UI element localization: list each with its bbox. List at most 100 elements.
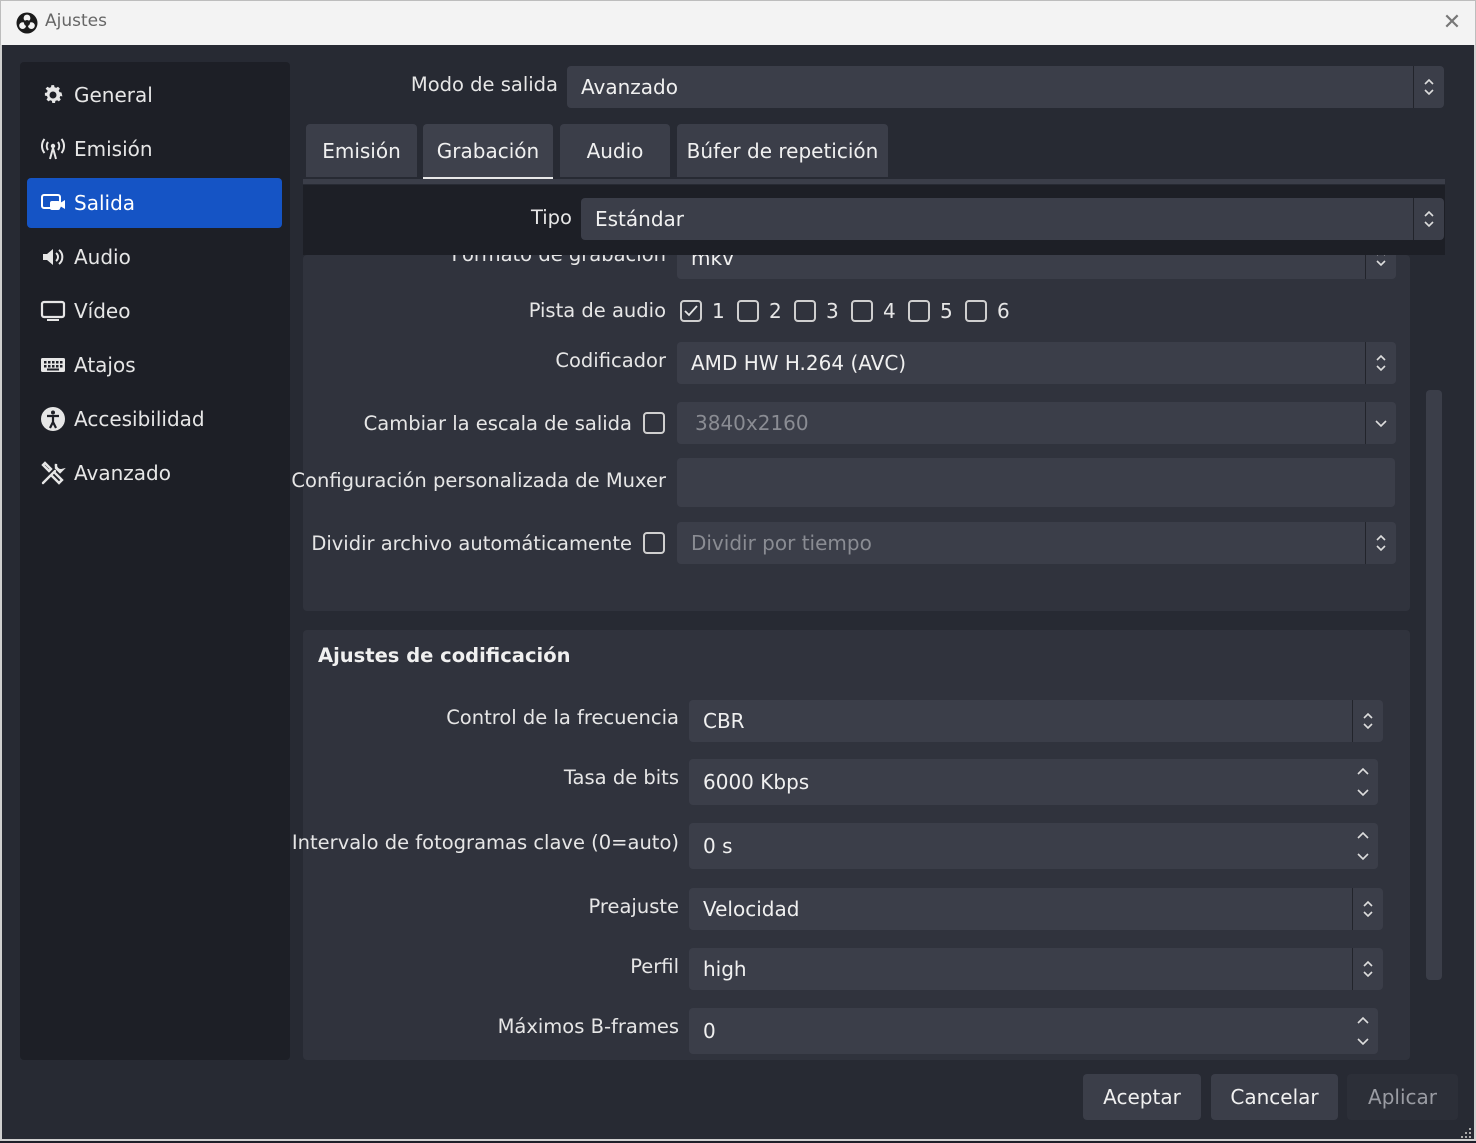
split-label: Dividir archivo automáticamente	[311, 532, 632, 555]
sidebar-item-salida[interactable]: Salida	[27, 178, 282, 228]
muxer-input[interactable]	[677, 458, 1395, 507]
sidebar-item-label: Accesibilidad	[74, 407, 205, 431]
title-bar: Ajustes ✕	[0, 0, 1476, 45]
output-mode-select[interactable]: Avanzado	[567, 66, 1444, 108]
keyboard-icon	[39, 351, 67, 379]
tab-emision[interactable]: Emisión	[306, 124, 417, 177]
audio-track-number: 5	[940, 299, 953, 323]
updown-arrows-icon	[1413, 66, 1444, 108]
audio-track-3-checkbox[interactable]	[794, 300, 816, 322]
encoder-select[interactable]: AMD HW H.264 (AVC)	[677, 342, 1396, 384]
audio-track-1-checkbox[interactable]	[680, 300, 702, 322]
output-mode-label: Modo de salida	[410, 73, 558, 96]
preset-select[interactable]: Velocidad	[689, 888, 1383, 930]
bframes-label: Máximos B-frames	[497, 1015, 679, 1038]
sidebar-item-video[interactable]: Vídeo	[27, 286, 282, 336]
type-label: Tipo	[530, 206, 572, 229]
rescale-value: 3840x2160	[695, 411, 809, 435]
sidebar-item-label: Emisión	[74, 137, 153, 161]
updown-arrows-icon	[1365, 522, 1396, 564]
keyframe-value: 0 s	[703, 834, 733, 858]
audio-track-5-checkbox[interactable]	[908, 300, 930, 322]
bframes-spinbox[interactable]: 0	[689, 1008, 1378, 1054]
broadcast-icon	[39, 135, 67, 163]
sidebar-item-label: Atajos	[74, 353, 136, 377]
apply-button[interactable]: Aplicar	[1347, 1074, 1458, 1120]
format-label: Formato de grabación	[451, 255, 666, 266]
bitrate-spinbox[interactable]: 6000 Kbps	[689, 759, 1378, 805]
spin-arrows-icon[interactable]	[1348, 823, 1378, 869]
rescale-checkbox[interactable]	[643, 412, 665, 434]
resize-grip-icon[interactable]	[1458, 1124, 1472, 1138]
profile-value: high	[703, 957, 747, 981]
close-icon[interactable]: ✕	[1438, 7, 1466, 39]
accessibility-icon	[39, 405, 67, 433]
ok-button[interactable]: Aceptar	[1083, 1074, 1201, 1120]
sidebar-item-accesibilidad[interactable]: Accesibilidad	[27, 394, 282, 444]
format-value: mkv	[691, 255, 734, 270]
audio-track-4-checkbox[interactable]	[851, 300, 873, 322]
audio-track-6-checkbox[interactable]	[965, 300, 987, 322]
gear-icon	[39, 81, 67, 109]
sidebar-item-label: Salida	[74, 191, 136, 215]
sidebar-item-atajos[interactable]: Atajos	[27, 340, 282, 390]
keyframe-label: Intervalo de fotogramas clave (0=auto)	[291, 831, 679, 854]
split-select[interactable]: Dividir por tiempo	[677, 522, 1396, 564]
chevron-down-icon	[1365, 402, 1396, 444]
profile-select[interactable]: high	[689, 948, 1383, 990]
audio-track-number: 2	[769, 299, 782, 323]
tools-icon	[39, 459, 67, 487]
output-mode-value: Avanzado	[581, 75, 678, 99]
updown-arrows-icon	[1365, 255, 1396, 279]
sidebar-item-label: Audio	[74, 245, 131, 269]
spin-arrows-icon[interactable]	[1348, 759, 1378, 805]
tab-grabacion[interactable]: Grabación	[423, 124, 553, 180]
updown-arrows-icon	[1413, 198, 1444, 240]
tab-audio[interactable]: Audio	[560, 124, 670, 177]
bframes-value: 0	[703, 1019, 716, 1043]
rescale-select[interactable]: 3840x2160	[677, 402, 1396, 444]
preset-value: Velocidad	[703, 897, 800, 921]
window-title: Ajustes	[45, 11, 107, 31]
obs-logo-icon	[16, 12, 38, 34]
spin-arrows-icon[interactable]	[1348, 1008, 1378, 1054]
split-checkbox[interactable]	[643, 532, 665, 554]
bitrate-value: 6000 Kbps	[703, 770, 810, 794]
sidebar-item-general[interactable]: General	[27, 70, 282, 120]
updown-arrows-icon	[1352, 888, 1383, 930]
audio-track-number: 1	[712, 299, 725, 323]
rate-control-label: Control de la frecuencia	[446, 706, 679, 729]
sidebar-item-label: Vídeo	[74, 299, 131, 323]
cancel-button[interactable]: Cancelar	[1211, 1074, 1338, 1120]
sidebar-item-label: Avanzado	[74, 461, 171, 485]
updown-arrows-icon	[1365, 342, 1396, 384]
monitor-icon	[39, 297, 67, 325]
rescale-label: Cambiar la escala de salida	[363, 412, 632, 435]
sidebar-item-avanzado[interactable]: Avanzado	[27, 448, 282, 498]
keyframe-spinbox[interactable]: 0 s	[689, 823, 1378, 869]
muxer-label: Configuración personalizada de Muxer	[291, 469, 666, 492]
scrollbar-thumb[interactable]	[1426, 390, 1442, 980]
updown-arrows-icon	[1352, 700, 1383, 742]
rate-control-value: CBR	[703, 709, 745, 733]
rate-control-select[interactable]: CBR	[689, 700, 1383, 742]
format-select[interactable]: mkv	[677, 255, 1396, 279]
sidebar-item-audio[interactable]: Audio	[27, 232, 282, 282]
preset-label: Preajuste	[588, 895, 679, 918]
sidebar-item-emision[interactable]: Emisión	[27, 124, 282, 174]
type-value: Estándar	[595, 207, 685, 231]
format-row-clip: Formato de grabación mkv	[303, 255, 1410, 280]
audio-track-2-checkbox[interactable]	[737, 300, 759, 322]
bitrate-label: Tasa de bits	[563, 766, 679, 789]
encoding-settings-title: Ajustes de codificación	[318, 644, 571, 667]
speaker-icon	[39, 243, 67, 271]
type-select[interactable]: Estándar	[581, 198, 1444, 240]
output-icon	[39, 189, 67, 217]
audio-track-number: 4	[883, 299, 896, 323]
settings-sidebar: General Emisión Salida Audio Vídeo Atajo…	[20, 62, 290, 1060]
tab-bufer-repeticion[interactable]: Búfer de repetición	[677, 124, 888, 177]
audio-track-label: Pista de audio	[528, 299, 666, 322]
encoder-value: AMD HW H.264 (AVC)	[691, 351, 907, 375]
sidebar-item-label: General	[74, 83, 153, 107]
checkmark-icon	[684, 305, 698, 317]
